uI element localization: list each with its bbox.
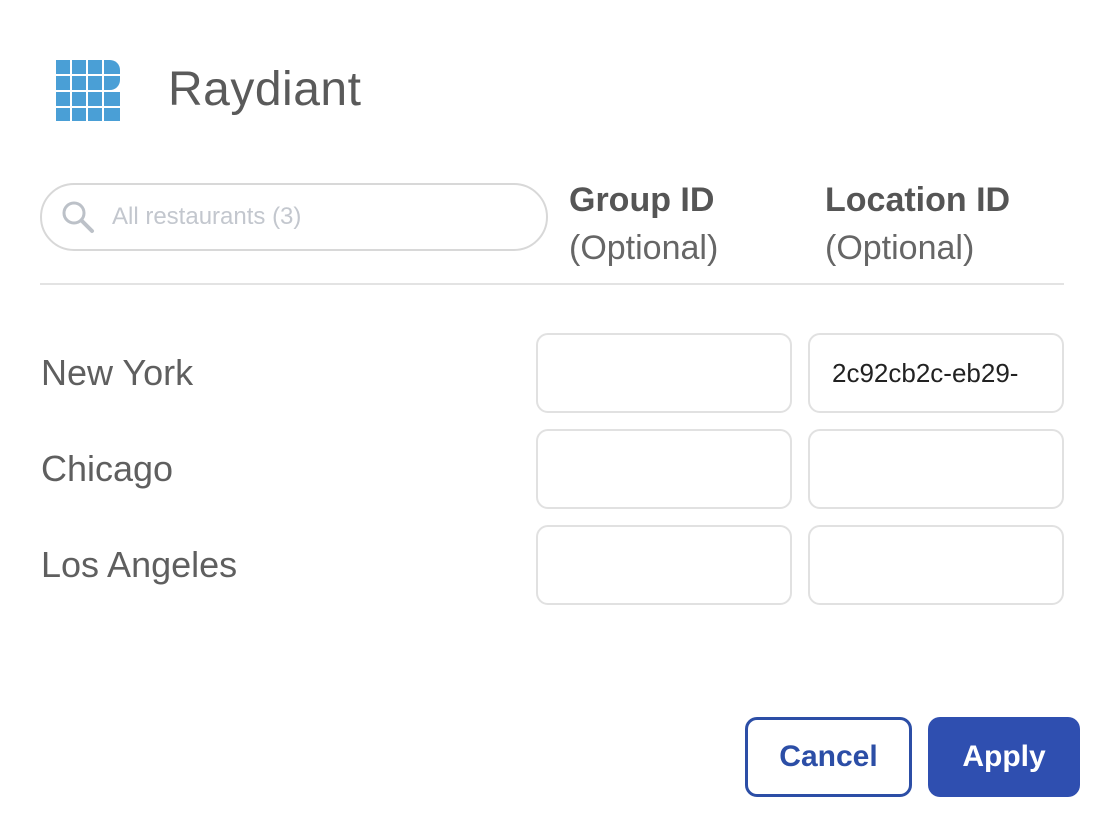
apply-button[interactable]: Apply (928, 717, 1080, 797)
restaurant-name: New York (41, 352, 194, 393)
restaurant-row: Los Angeles (0, 525, 1108, 605)
location-id-column-header: Location ID (Optional) (825, 176, 1010, 272)
restaurant-row: Chicago (0, 429, 1108, 509)
restaurant-row: New York (0, 333, 1108, 413)
location-id-subtitle: (Optional) (825, 229, 975, 267)
location-id-title: Location ID (825, 181, 1011, 219)
group-id-input[interactable] (536, 525, 792, 605)
brand-name: Raydiant (168, 63, 362, 116)
group-id-subtitle: (Optional) (569, 229, 719, 267)
group-id-column-header: Group ID (Optional) (569, 176, 718, 272)
group-id-input[interactable] (536, 429, 792, 509)
group-id-input[interactable] (536, 333, 792, 413)
restaurant-name: Los Angeles (41, 544, 238, 585)
location-id-input[interactable] (808, 333, 1064, 413)
restaurant-search[interactable] (40, 183, 548, 251)
search-input[interactable] (110, 202, 514, 232)
grid-logo-icon (56, 60, 120, 121)
group-id-title: Group ID (569, 181, 715, 219)
location-id-input[interactable] (808, 429, 1064, 509)
header-divider (40, 283, 1064, 285)
restaurant-name: Chicago (41, 448, 174, 489)
search-icon (62, 201, 94, 233)
cancel-button[interactable]: Cancel (745, 717, 912, 797)
brand-header: Raydiant (56, 58, 361, 122)
integration-settings-dialog: Raydiant Group ID (Optional) Location ID… (0, 0, 1108, 830)
location-id-input[interactable] (808, 525, 1064, 605)
